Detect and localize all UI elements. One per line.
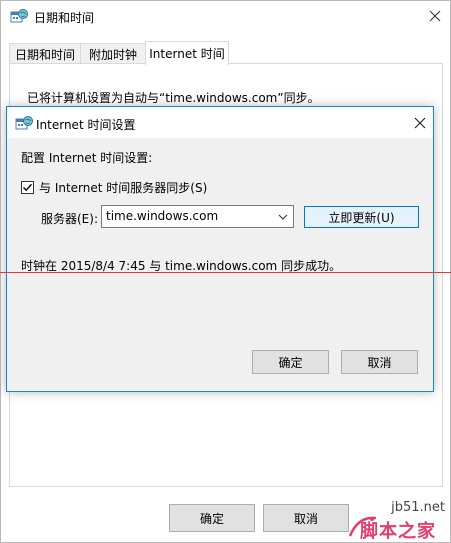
button-label: 确定 xyxy=(199,511,224,526)
dialog-cancel-button[interactable]: 取消 xyxy=(341,350,418,374)
dialog-ok-button[interactable]: 确定 xyxy=(252,350,329,374)
server-label: 服务器(E): xyxy=(41,212,98,226)
checkmark-icon xyxy=(22,183,33,191)
date-time-globe-icon xyxy=(10,8,28,24)
parent-cancel-button[interactable]: 取消 xyxy=(263,504,349,532)
watermark-url: jb51.net xyxy=(391,500,445,515)
dialog-title: Internet 时间设置 xyxy=(36,118,136,132)
date-time-globe-icon xyxy=(15,115,33,131)
parent-ok-button[interactable]: 确定 xyxy=(169,504,255,532)
server-value: time.windows.com xyxy=(106,209,219,223)
button-label: 取消 xyxy=(293,511,318,526)
sync-checkbox-label: 与 Internet 时间服务器同步(S) xyxy=(39,180,208,195)
dialog-close-icon[interactable] xyxy=(407,110,433,136)
watermark-name: 脚本之家 xyxy=(360,521,436,542)
config-heading: 配置 Internet 时间设置: xyxy=(21,151,153,165)
tab-internet-time[interactable]: Internet 时间 xyxy=(145,41,229,65)
internet-time-settings-dialog: Internet 时间设置 配置 Internet 时间设置: 与 Intern… xyxy=(6,106,434,392)
tab-label: 附加时钟 xyxy=(88,47,137,62)
tab-additional-clocks[interactable]: 附加时钟 xyxy=(80,43,146,64)
button-label: 取消 xyxy=(367,355,392,370)
tab-label: 日期和时间 xyxy=(14,47,75,62)
parent-close-icon[interactable] xyxy=(421,3,449,29)
button-label: 确定 xyxy=(278,355,303,370)
tab-date-time[interactable]: 日期和时间 xyxy=(9,43,81,64)
server-combobox[interactable]: time.windows.com xyxy=(101,205,294,228)
watermark: jb51.net 脚本之家 xyxy=(348,500,451,543)
sync-checkbox[interactable]: 与 Internet 时间服务器同步(S) xyxy=(21,179,207,195)
tab-label: Internet 时间 xyxy=(149,47,225,61)
button-label: 立即更新(U) xyxy=(328,210,395,225)
parent-titlebar: 日期和时间 xyxy=(1,1,450,31)
dialog-titlebar: Internet 时间设置 xyxy=(7,107,433,138)
update-now-button[interactable]: 立即更新(U) xyxy=(304,206,419,228)
sync-status-text: 已将计算机设置为自动与“time.windows.com”同步。 xyxy=(27,91,320,105)
red-guide-line xyxy=(0,272,451,273)
parent-window-title: 日期和时间 xyxy=(34,11,95,25)
chevron-down-icon[interactable] xyxy=(275,208,291,225)
checkbox-box[interactable] xyxy=(21,180,34,194)
